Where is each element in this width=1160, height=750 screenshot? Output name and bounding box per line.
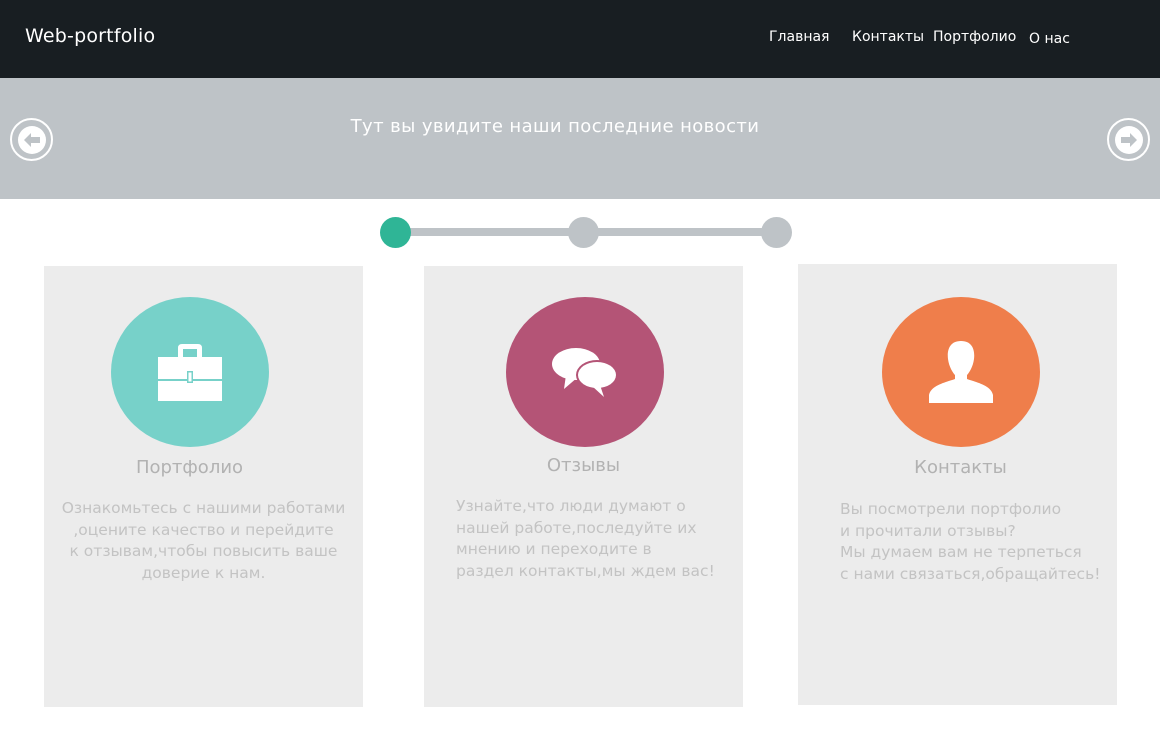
nav-portfolio-link[interactable]: Портфолио xyxy=(933,29,1016,45)
reviews-card-title: Отзывы xyxy=(546,455,621,476)
top-header: Web-portfolio Главная Контакты Портфолио… xyxy=(0,0,1160,78)
portfolio-card-title: Портфолио xyxy=(135,457,244,478)
user-icon xyxy=(929,341,993,403)
nav-home-link[interactable]: Главная xyxy=(769,29,829,45)
progress-step-1[interactable] xyxy=(380,217,411,248)
slider-next-button[interactable] xyxy=(1107,118,1150,161)
portfolio-card[interactable]: Портфолио Ознакомьтесь с нашими работами… xyxy=(44,266,363,707)
briefcase-icon xyxy=(158,344,222,401)
reviews-icon-circle xyxy=(506,297,664,447)
reviews-card[interactable]: Отзывы Узнайте,что люди думают о нашей р… xyxy=(424,266,743,707)
progress-step-2[interactable] xyxy=(568,217,599,248)
portfolio-icon-circle xyxy=(111,297,269,447)
banner-headline: Тут вы увидите наши последние новости xyxy=(350,116,760,137)
nav-contacts-link[interactable]: Контакты xyxy=(852,29,924,45)
progress-step-3[interactable] xyxy=(761,217,792,248)
portfolio-card-text: Ознакомьтесь с нашими работами ,оцените … xyxy=(61,499,346,582)
contacts-icon-circle xyxy=(882,297,1040,447)
nav-about-link[interactable]: О нас xyxy=(1029,31,1070,47)
news-banner: Тут вы увидите наши последние новости xyxy=(0,78,1160,199)
site-logo[interactable]: Web-portfolio xyxy=(25,25,155,47)
reviews-card-text: Узнайте,что люди думают о нашей работе,п… xyxy=(456,497,715,580)
contacts-card-title: Контакты xyxy=(914,457,1007,478)
page: Web-portfolio Главная Контакты Портфолио… xyxy=(0,0,1160,750)
arrow-right-icon xyxy=(1114,125,1143,154)
contacts-card[interactable]: Контакты Вы посмотрели портфолио и прочи… xyxy=(798,264,1117,705)
contacts-card-text: Вы посмотрели портфолио и прочитали отзы… xyxy=(840,500,1101,583)
speech-bubbles-icon xyxy=(552,348,618,397)
